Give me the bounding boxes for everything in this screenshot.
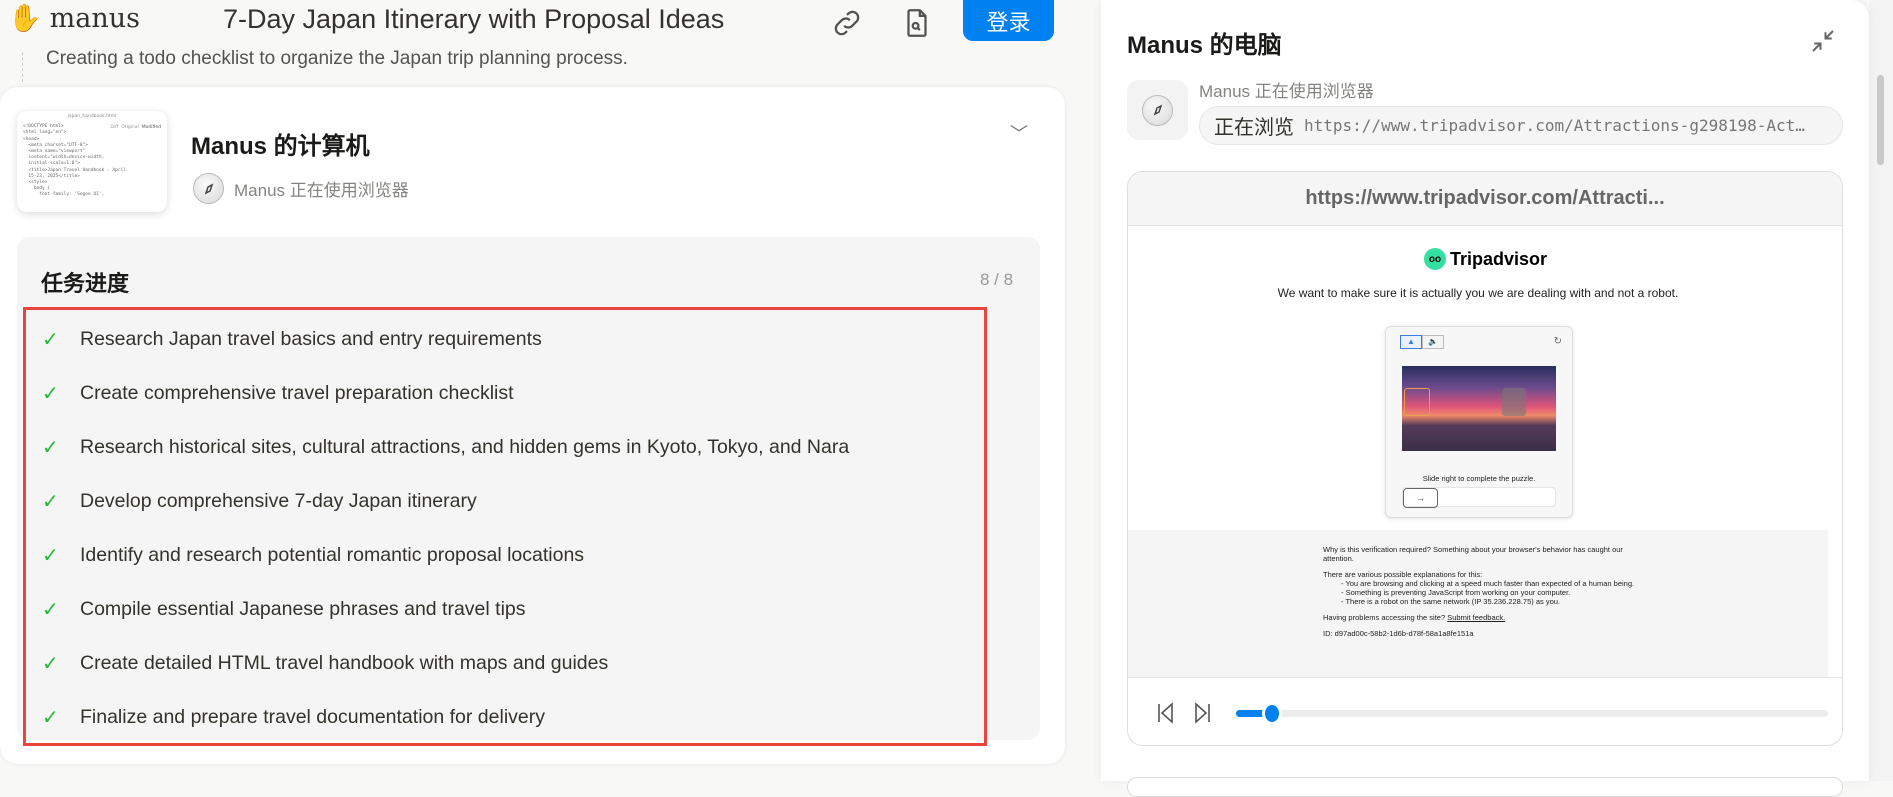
computer-status-text: Manus 正在使用浏览器 <box>234 181 409 200</box>
slider-arrow-button[interactable]: → <box>1403 488 1438 508</box>
timeline-line <box>22 52 23 82</box>
scrollbar-thumb[interactable] <box>1877 75 1884 165</box>
robot-check-headline: We want to make sure it is actually you … <box>1277 286 1679 300</box>
explanation-item: - There is a robot on the same network (… <box>1341 597 1561 606</box>
skip-forward-icon[interactable] <box>1192 702 1212 729</box>
thumb-tab: Modified <box>141 125 161 132</box>
computer-card-title: Manus 的计算机 <box>191 133 370 160</box>
verification-explanation: Why is this verification required? Somet… <box>1128 530 1828 677</box>
explanations-intro: There are various possible explanations … <box>1323 570 1483 579</box>
playback-controls <box>1128 677 1842 745</box>
chevron-down-icon[interactable]: ﹀ <box>1010 120 1028 146</box>
thumb-tab: Original <box>121 125 139 130</box>
compass-icon <box>1142 94 1173 126</box>
highlight-box <box>23 307 987 746</box>
browser-viewport[interactable]: oo Tripadvisor We want to make sure it is… <box>1128 226 1828 677</box>
captcha-slider[interactable]: → <box>1402 487 1556 508</box>
link-icon[interactable] <box>830 6 864 40</box>
tripadvisor-logo: oo Tripadvisor <box>1424 248 1547 270</box>
thumbnail-filename: japan_handbook.html <box>67 114 117 119</box>
puzzle-slot <box>1502 388 1526 416</box>
explanation-item: - Something is preventing JavaScript fro… <box>1341 588 1571 597</box>
browsing-url-pill: 正在浏览 https://www.tripadvisor.com/Attracti… <box>1199 106 1843 145</box>
compass-icon <box>193 173 224 204</box>
explanation-item: - You are browsing and clicking at a spe… <box>1341 579 1635 588</box>
task-progress-title: 任务进度 <box>41 271 130 296</box>
skip-back-icon[interactable] <box>1156 702 1176 729</box>
browser-frame: https://www.tripadvisor.com/Attracti... … <box>1127 171 1843 746</box>
problems-text: Having problems accessing the site? <box>1323 613 1446 622</box>
thumbnail-code: <!DOCTYPE html> <html lang="en"> <head> <m… <box>23 124 161 198</box>
computer-thumbnail[interactable]: japan_handbook.html Diff Original Modified… <box>17 111 167 212</box>
browsing-url: https://www.tripadvisor.com/Attractions-… <box>1304 116 1805 135</box>
request-id: ID: d97ad00c-58b2-1d6b-d78f-58a1a8fe151a <box>1323 629 1474 638</box>
refresh-icon[interactable]: ↻ <box>1554 336 1562 347</box>
why-text: Why is this verification required? Somet… <box>1323 545 1623 563</box>
audio-mode-icon[interactable]: 🔈 <box>1422 334 1444 349</box>
playback-slider[interactable] <box>1236 705 1828 722</box>
playback-knob[interactable] <box>1264 705 1279 722</box>
manus-logo[interactable]: ✋ manus <box>8 2 140 35</box>
computer-panel-title: Manus 的电脑 <box>1127 32 1282 59</box>
browser-address-bar: https://www.tripadvisor.com/Attracti... <box>1128 172 1842 226</box>
owl-icon: oo <box>1424 248 1446 270</box>
hand-icon: ✋ <box>8 3 42 34</box>
puzzle-image <box>1402 366 1556 451</box>
minimize-icon[interactable] <box>1808 26 1838 56</box>
computer-status: Manus 正在使用浏览器 <box>1199 82 1374 101</box>
login-button[interactable]: 登录 <box>963 0 1054 41</box>
browser-app-icon <box>1127 80 1188 140</box>
puzzle-piece[interactable] <box>1404 388 1430 416</box>
slide-hint: Slide right to complete the puzzle. <box>1422 474 1536 483</box>
brand-name: Tripadvisor <box>1450 248 1548 269</box>
browsing-label: 正在浏览 <box>1214 117 1294 139</box>
image-mode-icon[interactable]: ▲ <box>1400 334 1422 349</box>
code-line: font-family: 'Segoe UI', <box>23 192 105 198</box>
thumb-tab: Diff <box>110 125 119 130</box>
submit-feedback-link[interactable]: Submit feedback. <box>1447 613 1505 622</box>
task-progress-count: 8 / 8 <box>980 270 1014 289</box>
page-title: 7-Day Japan Itinerary with Proposal Idea… <box>223 4 725 34</box>
status-line: Creating a todo checklist to organize th… <box>46 48 628 69</box>
file-search-icon[interactable] <box>900 6 934 40</box>
captcha-widget: ▲ 🔈 ↻ Slide right to complete the puzzle. … <box>1385 326 1573 518</box>
next-card <box>1127 777 1843 797</box>
computer-card-status: Manus 正在使用浏览器 <box>193 173 409 204</box>
